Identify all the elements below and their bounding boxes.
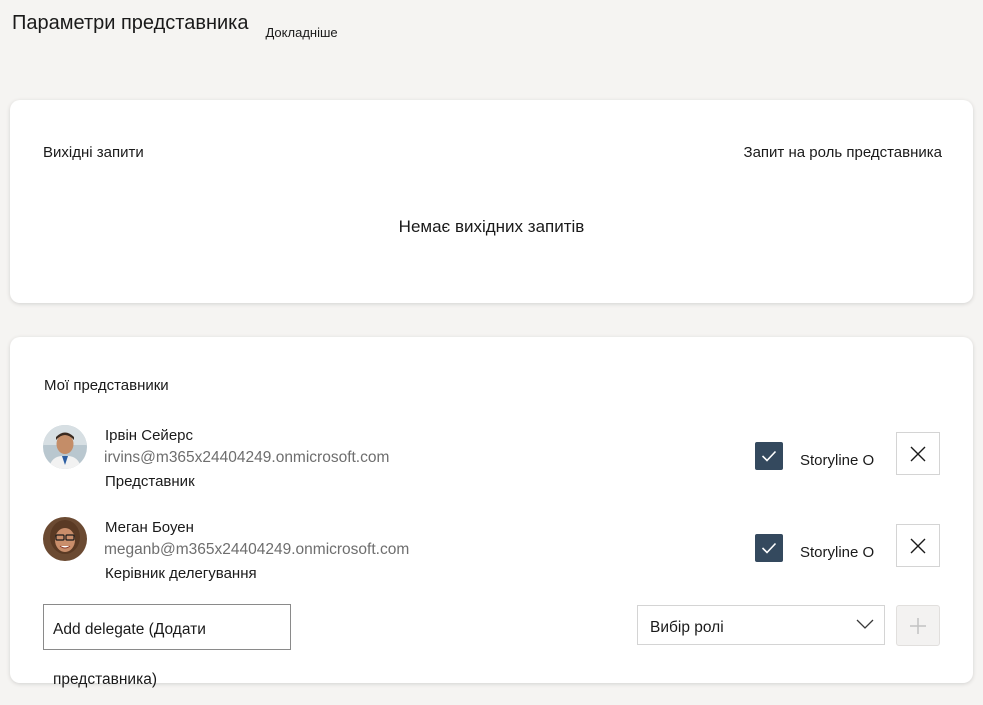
avatar [43,425,87,469]
request-delegate-role-link[interactable]: Запит на роль представника [744,144,942,161]
my-delegates-card: Мої представники Ірвін Сейерс irvins@m36… [10,337,973,688]
storyline-checkbox-label: Storyline O [800,544,875,561]
checkmark-icon [761,542,777,554]
delegate-email: irvins@m365x24404249.onmicrosoft.com [104,449,390,466]
remove-delegate-button[interactable] [896,524,940,567]
checkmark-icon [761,450,777,462]
learn-more-link[interactable]: Докладніше [265,25,337,40]
close-icon [910,538,926,553]
storyline-checkbox[interactable] [755,534,783,562]
add-role-button[interactable] [896,605,940,646]
storyline-checkbox-label: Storyline O [800,452,875,469]
plus-icon [910,617,926,634]
delegate-row: Меган Боуен meganb@m365x24404249.onmicro… [10,517,973,587]
outgoing-requests-card: Вихідні запити Запит на роль представник… [10,100,973,303]
delegate-name: Ірвін Сейерс [105,427,194,444]
avatar [43,517,87,561]
storyline-checkbox[interactable] [755,442,783,470]
delegate-name: Меган Боуен [105,519,194,536]
delegate-role: Представник [105,473,195,490]
delegate-email: meganb@m365x24404249.onmicrosoft.com [104,541,410,558]
page-header: Параметри представника Докладніше [12,12,338,40]
role-select[interactable]: Вибір ролі [637,605,885,645]
page-title: Параметри представника [12,12,249,34]
outgoing-requests-title: Вихідні запити [43,144,144,161]
add-delegate-button[interactable]: Add delegate (Додати представника) [43,604,291,688]
delegate-row: Ірвін Сейерс irvins@m365x24404249.onmicr… [10,425,973,495]
close-icon [910,446,926,461]
delegate-role: Керівник делегування [105,565,257,582]
role-select-value: Вибір ролі [650,619,724,636]
chevron-down-icon [856,619,874,629]
my-delegates-title: Мої представники [44,377,169,394]
remove-delegate-button[interactable] [896,432,940,475]
no-outgoing-requests-message: Немає вихідних запитів [398,217,585,236]
